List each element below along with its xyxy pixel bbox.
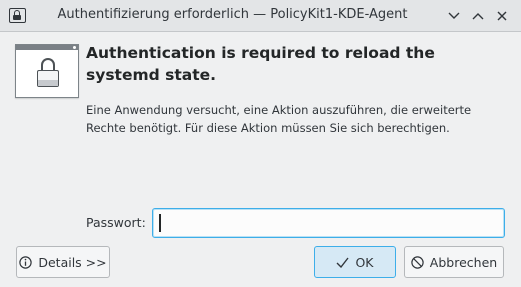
minimize-button[interactable] [443,6,465,26]
chevron-up-icon [472,13,484,20]
window-title: Authentifizierung erforderlich — PolicyK… [57,7,408,22]
lock-window-icon [15,44,79,98]
password-label: Passwort: [86,215,146,230]
text-cursor [159,214,161,232]
close-button[interactable] [491,6,513,26]
checkmark-icon [336,257,350,268]
details-button-label: Details >> [38,254,107,270]
maximize-button[interactable] [467,6,489,26]
close-icon [497,11,507,21]
chevron-down-icon [448,12,460,19]
lock-icon [9,8,26,23]
password-input[interactable] [152,208,505,238]
cancel-icon [411,255,424,269]
ok-button[interactable]: OK [314,246,396,278]
title-bar[interactable]: Authentifizierung erforderlich — PolicyK… [0,0,521,32]
cancel-button[interactable]: Abbrechen [404,246,504,278]
details-button[interactable]: Details >> [16,246,110,278]
ok-button-label: OK [355,254,374,270]
cancel-button-label: Abbrechen [429,254,498,270]
dialog-heading: Authentication is required to reload the… [86,44,435,84]
dialog-description: Eine Anwendung versucht, eine Aktion aus… [86,103,472,135]
info-icon [19,255,33,269]
